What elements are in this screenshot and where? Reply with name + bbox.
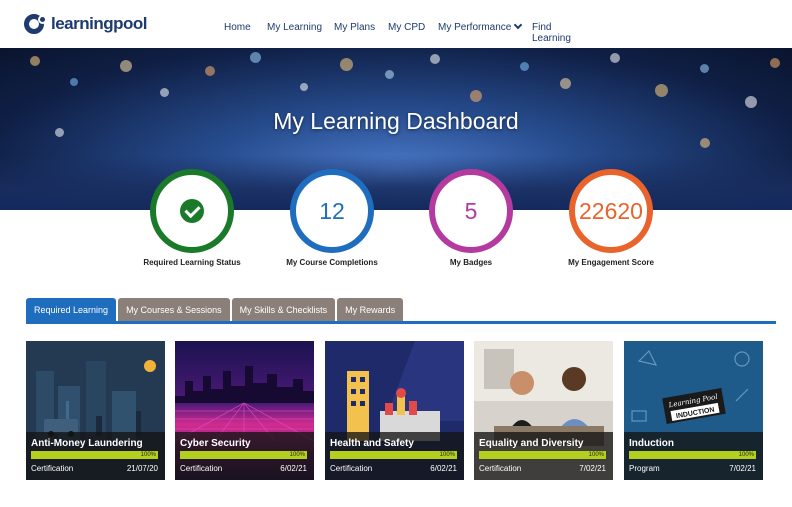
nav-item-my-learning[interactable]: My Learning: [267, 22, 334, 44]
course-card-anti-money-laundering[interactable]: Anti-Money Laundering 100% Certification…: [26, 341, 165, 480]
progress-bar: 100%: [479, 451, 606, 459]
course-type: Certification: [330, 464, 373, 473]
tab-my-rewards[interactable]: My Rewards: [337, 298, 404, 322]
stat-circle: 12: [290, 169, 374, 253]
course-title: Health and Safety: [330, 438, 414, 449]
chevron-down-icon: [514, 20, 523, 30]
stat-label: My Badges: [449, 258, 493, 267]
course-date: 21/07/20: [126, 464, 158, 473]
stat-course-completions[interactable]: 12 My Course Completions: [262, 169, 402, 267]
course-card-cyber-security[interactable]: Cyber Security 100% Certification 6/02/2…: [175, 341, 314, 480]
stat-circle: 5: [429, 169, 513, 253]
course-type: Certification: [31, 464, 74, 473]
progress-label: 100%: [588, 452, 604, 458]
stat-badges[interactable]: 5 My Badges: [401, 169, 541, 267]
main-nav: Home My Learning My Plans My CPD My Perf…: [224, 20, 592, 44]
progress-bar: 100%: [180, 451, 307, 459]
course-type: Certification: [180, 464, 223, 473]
progress-label: 100%: [289, 452, 305, 458]
logo-text: learningpool: [51, 14, 148, 33]
course-date: 6/02/21: [280, 464, 307, 473]
page-title: My Learning Dashboard: [273, 108, 519, 134]
progress-bar: 100%: [629, 451, 756, 459]
progress-bar: 100%: [330, 451, 457, 459]
course-title: Cyber Security: [180, 438, 251, 449]
stat-circle: 22620: [569, 169, 653, 253]
learning-tabs: Required Learning My Courses & Sessions …: [26, 298, 405, 322]
course-card-health-and-safety[interactable]: Health and Safety 100% Certification 6/0…: [325, 341, 464, 480]
nav-item-my-performance-label: My Performance: [438, 22, 512, 33]
nav-item-my-cpd[interactable]: My CPD: [388, 22, 438, 44]
stat-required-learning-status[interactable]: Required Learning Status: [122, 169, 262, 267]
stat-engagement-score[interactable]: 22620 My Engagement Score: [541, 169, 681, 267]
logo-mark-icon: [24, 14, 50, 34]
tab-my-skills-checklists[interactable]: My Skills & Checklists: [231, 298, 336, 322]
check-circle-icon: [180, 199, 204, 223]
stat-circle: [150, 169, 234, 253]
tab-underline: [26, 321, 776, 324]
stat-label: Required Learning Status: [143, 258, 241, 267]
course-title: Equality and Diversity: [479, 438, 584, 449]
course-date: 7/02/21: [729, 464, 756, 473]
course-title: Induction: [629, 438, 674, 449]
tab-required-learning[interactable]: Required Learning: [26, 298, 117, 322]
nav-item-my-performance[interactable]: My Performance: [438, 20, 532, 44]
course-card-induction[interactable]: Learning Pool INDUCTION Induction 100% P…: [624, 341, 763, 480]
course-card-equality-and-diversity[interactable]: Equality and Diversity 100% Certificatio…: [474, 341, 613, 480]
progress-label: 100%: [140, 452, 156, 458]
course-title: Anti-Money Laundering: [31, 438, 143, 449]
progress-bar: 100%: [31, 451, 158, 459]
nav-item-home[interactable]: Home: [224, 22, 267, 44]
stat-label: My Course Completions: [286, 258, 378, 267]
tab-my-courses-sessions[interactable]: My Courses & Sessions: [118, 298, 230, 322]
course-date: 7/02/21: [579, 464, 606, 473]
nav-item-find-learning[interactable]: Find Learning: [532, 22, 592, 44]
course-type: Certification: [479, 464, 522, 473]
learningpool-logo[interactable]: learningpool: [24, 14, 148, 34]
progress-label: 100%: [738, 452, 754, 458]
stat-label: My Engagement Score: [568, 258, 654, 267]
nav-item-my-plans[interactable]: My Plans: [334, 22, 388, 44]
course-type: Program: [629, 464, 660, 473]
progress-label: 100%: [439, 452, 455, 458]
course-date: 6/02/21: [430, 464, 457, 473]
top-header: learningpool Home My Learning My Plans M…: [0, 0, 792, 48]
